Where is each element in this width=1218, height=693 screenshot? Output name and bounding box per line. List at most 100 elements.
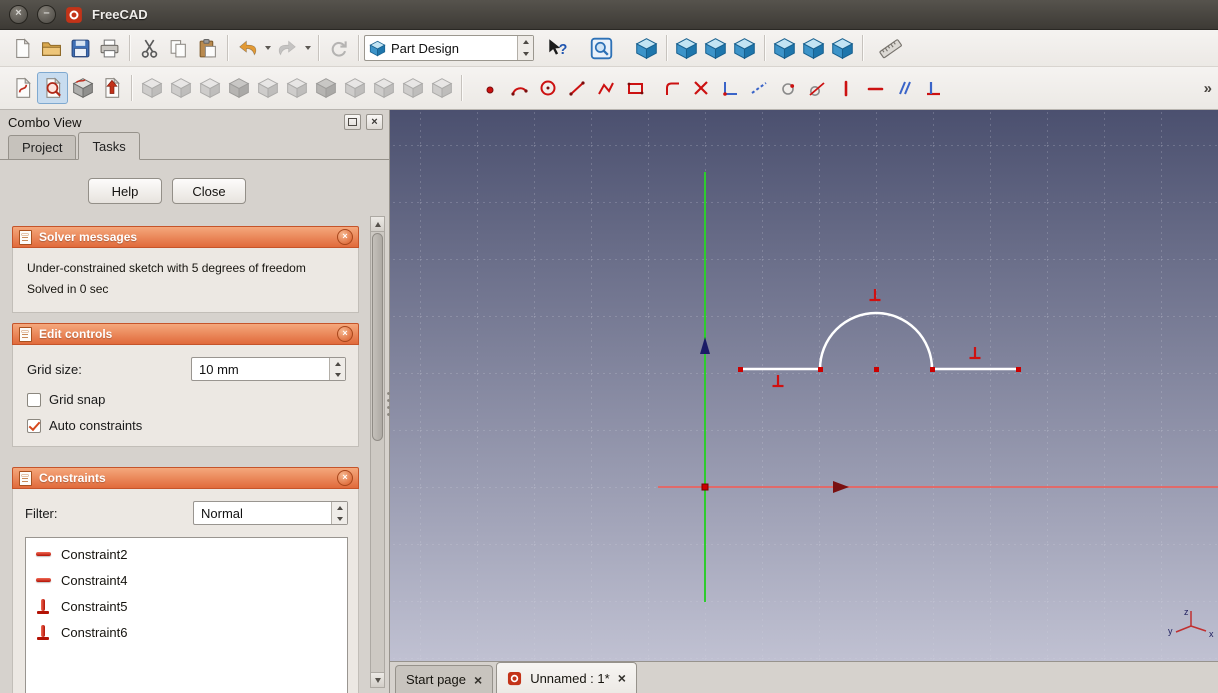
parallel-constraint-button[interactable] — [889, 73, 918, 103]
close-tab-icon[interactable] — [474, 673, 482, 687]
close-tab-icon[interactable] — [618, 671, 626, 685]
constraint-list-item[interactable]: Constraint5 — [26, 593, 347, 619]
cut-button[interactable] — [135, 33, 164, 63]
undo-dropdown-arrow[interactable] — [262, 33, 273, 63]
tasks-scrollbar[interactable] — [370, 216, 385, 688]
top-view-button[interactable] — [701, 33, 730, 63]
whats-this-button[interactable]: ? — [542, 33, 571, 63]
redo-button[interactable] — [273, 33, 302, 63]
constraint-filter-dropdown[interactable]: Normal — [193, 501, 348, 525]
edit-controls-header[interactable]: Edit controls — [12, 323, 359, 345]
undo-button[interactable] — [233, 33, 262, 63]
chamfer-button[interactable] — [282, 73, 311, 103]
solver-messages-header[interactable]: Solver messages — [12, 226, 359, 248]
arc-button[interactable] — [504, 73, 533, 103]
origin-point[interactable] — [702, 484, 708, 490]
constraint-list[interactable]: Constraint2 Constraint4 Constraint5 — [25, 537, 348, 693]
copy-button[interactable] — [164, 33, 193, 63]
sketch-vertex[interactable] — [818, 367, 823, 372]
workbench-selector[interactable]: Part Design — [364, 35, 534, 61]
collapse-edit-controls-button[interactable] — [337, 326, 353, 342]
collapse-solver-section-button[interactable] — [337, 229, 353, 245]
map-sketch-button[interactable] — [68, 73, 97, 103]
rectangle-button[interactable] — [620, 73, 649, 103]
redo-dropdown-arrow[interactable] — [302, 33, 313, 63]
axonometric-view-button[interactable] — [632, 33, 661, 63]
print-button[interactable] — [95, 33, 124, 63]
float-panel-button[interactable] — [344, 114, 361, 130]
revolution-button[interactable] — [195, 73, 224, 103]
measure-button[interactable] — [876, 33, 905, 63]
sketch-vertex[interactable] — [1016, 367, 1021, 372]
tangent-constraint-button[interactable] — [802, 73, 831, 103]
polar-pattern-button[interactable] — [398, 73, 427, 103]
fit-all-button[interactable] — [587, 33, 616, 63]
leave-sketch-button[interactable] — [97, 73, 126, 103]
left-view-button[interactable] — [828, 33, 857, 63]
new-file-button[interactable] — [8, 33, 37, 63]
constraint-name: Constraint4 — [61, 573, 127, 588]
perpendicular-constraint-button[interactable] — [918, 73, 947, 103]
circle-button[interactable] — [533, 73, 562, 103]
groove-button[interactable] — [224, 73, 253, 103]
3d-viewport[interactable]: z y x — [390, 110, 1218, 661]
close-task-button[interactable]: Close — [172, 178, 246, 204]
create-sketch-button[interactable] — [8, 73, 37, 103]
sketch-vertex[interactable] — [930, 367, 935, 372]
edit-sketch-button[interactable] — [37, 72, 68, 104]
polyline-button[interactable] — [591, 73, 620, 103]
constraint-list-item[interactable]: Constraint4 — [26, 567, 347, 593]
external-geometry-button[interactable] — [715, 73, 744, 103]
tab-project[interactable]: Project — [8, 135, 76, 159]
constraint-list-item[interactable]: Constraint2 — [26, 541, 347, 567]
constraint-list-item[interactable]: Constraint6 — [26, 619, 347, 645]
toolbar-overflow-chevron[interactable]: » — [1204, 80, 1212, 97]
filter-spinner-arrows[interactable] — [331, 502, 347, 524]
save-button[interactable] — [66, 33, 95, 63]
sketch-vertex[interactable] — [738, 367, 743, 372]
collapse-constraints-button[interactable] — [337, 470, 353, 486]
window-minimize-button[interactable] — [37, 5, 56, 24]
auto-constraints-checkbox[interactable] — [27, 419, 41, 433]
pocket-button[interactable] — [166, 73, 195, 103]
rear-view-button[interactable] — [770, 33, 799, 63]
draft-button[interactable] — [311, 73, 340, 103]
point-button[interactable] — [475, 73, 504, 103]
toolbar-sketcher: » — [0, 67, 1218, 110]
toggle-construction-button[interactable] — [744, 73, 773, 103]
line-button[interactable] — [562, 73, 591, 103]
grid-size-input[interactable]: 10 mm — [191, 357, 346, 381]
help-button[interactable]: Help — [88, 178, 162, 204]
refresh-button[interactable] — [324, 33, 353, 63]
combo-view-header[interactable]: Combo View — [0, 110, 389, 134]
fillet-feature-button[interactable] — [253, 73, 282, 103]
close-panel-button[interactable] — [366, 114, 383, 130]
scroll-down-button[interactable] — [371, 672, 384, 687]
front-view-button[interactable] — [672, 33, 701, 63]
scrollbar-thumb[interactable] — [372, 233, 383, 441]
constraints-header[interactable]: Constraints — [12, 467, 359, 489]
thickness-button[interactable] — [340, 73, 369, 103]
open-file-button[interactable] — [37, 33, 66, 63]
point-on-object-constraint-button[interactable] — [773, 73, 802, 103]
linear-pattern-button[interactable] — [369, 73, 398, 103]
bottom-view-button[interactable] — [799, 33, 828, 63]
viewport-canvas[interactable]: z y x — [390, 110, 1218, 661]
window-close-button[interactable] — [9, 5, 28, 24]
vertical-constraint-button[interactable] — [831, 73, 860, 103]
right-view-button[interactable] — [730, 33, 759, 63]
horizontal-constraint-button[interactable] — [860, 73, 889, 103]
grid-size-spinner-arrows[interactable] — [329, 358, 345, 380]
scroll-up-button[interactable] — [371, 217, 384, 232]
mirrored-feature-button[interactable] — [427, 73, 456, 103]
fillet-button[interactable] — [657, 73, 686, 103]
arc-center-point[interactable] — [874, 367, 879, 372]
grid-snap-checkbox[interactable] — [27, 393, 41, 407]
trim-button[interactable] — [686, 73, 715, 103]
paste-button[interactable] — [193, 33, 222, 63]
tab-unnamed-document[interactable]: Unnamed : 1* — [496, 662, 637, 693]
workbench-spinner-arrows[interactable] — [517, 36, 533, 60]
pad-button[interactable] — [137, 73, 166, 103]
tab-tasks[interactable]: Tasks — [78, 132, 139, 160]
tab-start-page[interactable]: Start page — [395, 665, 493, 693]
